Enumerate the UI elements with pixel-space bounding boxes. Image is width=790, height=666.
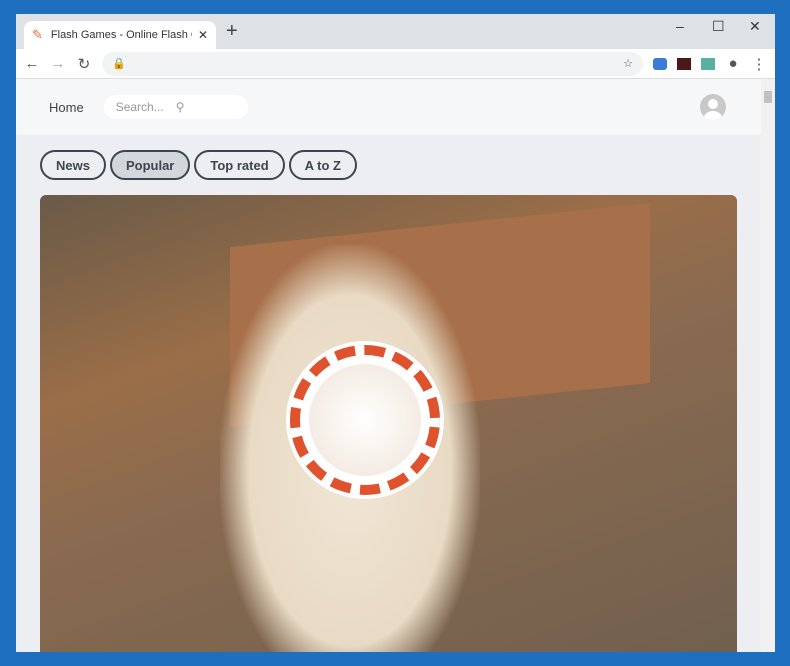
search-icon[interactable]: ⚲ (176, 100, 236, 114)
title-bar: ✎ Flash Games - Online Flash Games ✕ + –… (16, 14, 775, 49)
category-top-rated[interactable]: Top rated (194, 150, 285, 180)
profile-icon[interactable]: ● (725, 55, 741, 72)
avatar[interactable] (700, 94, 726, 120)
category-nav: News Popular Top rated A to Z (16, 135, 761, 180)
reload-icon[interactable]: ↻ (76, 55, 92, 73)
toolbar: ← → ↻ 🔒 ☆ ● ⋮ (16, 49, 775, 79)
search-input[interactable]: Search... ⚲ (103, 95, 248, 119)
maximize-button[interactable]: ☐ (712, 18, 725, 35)
close-button[interactable]: ✕ (749, 18, 761, 35)
extension-icon[interactable] (653, 57, 667, 70)
scrollbar[interactable] (761, 79, 775, 652)
back-icon[interactable]: ← (24, 55, 40, 72)
page-content: Home Search... ⚲ News Popular Top rated … (16, 79, 761, 652)
forward-icon[interactable]: → (50, 55, 66, 72)
home-link[interactable]: Home (49, 100, 84, 115)
category-a-to-z[interactable]: A to Z (288, 150, 357, 180)
browser-tab[interactable]: ✎ Flash Games - Online Flash Games ✕ (24, 21, 216, 49)
minimize-button[interactable]: – (676, 18, 684, 34)
category-news[interactable]: News (40, 150, 106, 180)
extension-icon[interactable] (701, 57, 715, 70)
search-placeholder: Search... (115, 100, 164, 114)
gamepad-favicon-icon: ✎ (32, 27, 43, 42)
address-bar[interactable]: 🔒 ☆ (102, 51, 643, 76)
site-header: Home Search... ⚲ (16, 79, 761, 135)
game-thumbnail-image[interactable] (40, 195, 737, 652)
menu-icon[interactable]: ⋮ (751, 55, 767, 73)
scrollbar-thumb[interactable] (764, 91, 772, 103)
category-popular[interactable]: Popular (109, 150, 191, 180)
tab-title: Flash Games - Online Flash Games (50, 29, 192, 41)
browser-window: ✎ Flash Games - Online Flash Games ✕ + –… (16, 14, 775, 652)
loading-spinner-icon (290, 345, 440, 495)
bookmark-star-icon[interactable]: ☆ (623, 57, 633, 70)
extension-icon[interactable] (677, 57, 691, 70)
lock-icon: 🔒 (112, 58, 126, 70)
new-tab-button[interactable]: + (226, 20, 238, 43)
tab-close-icon[interactable]: ✕ (198, 28, 208, 42)
